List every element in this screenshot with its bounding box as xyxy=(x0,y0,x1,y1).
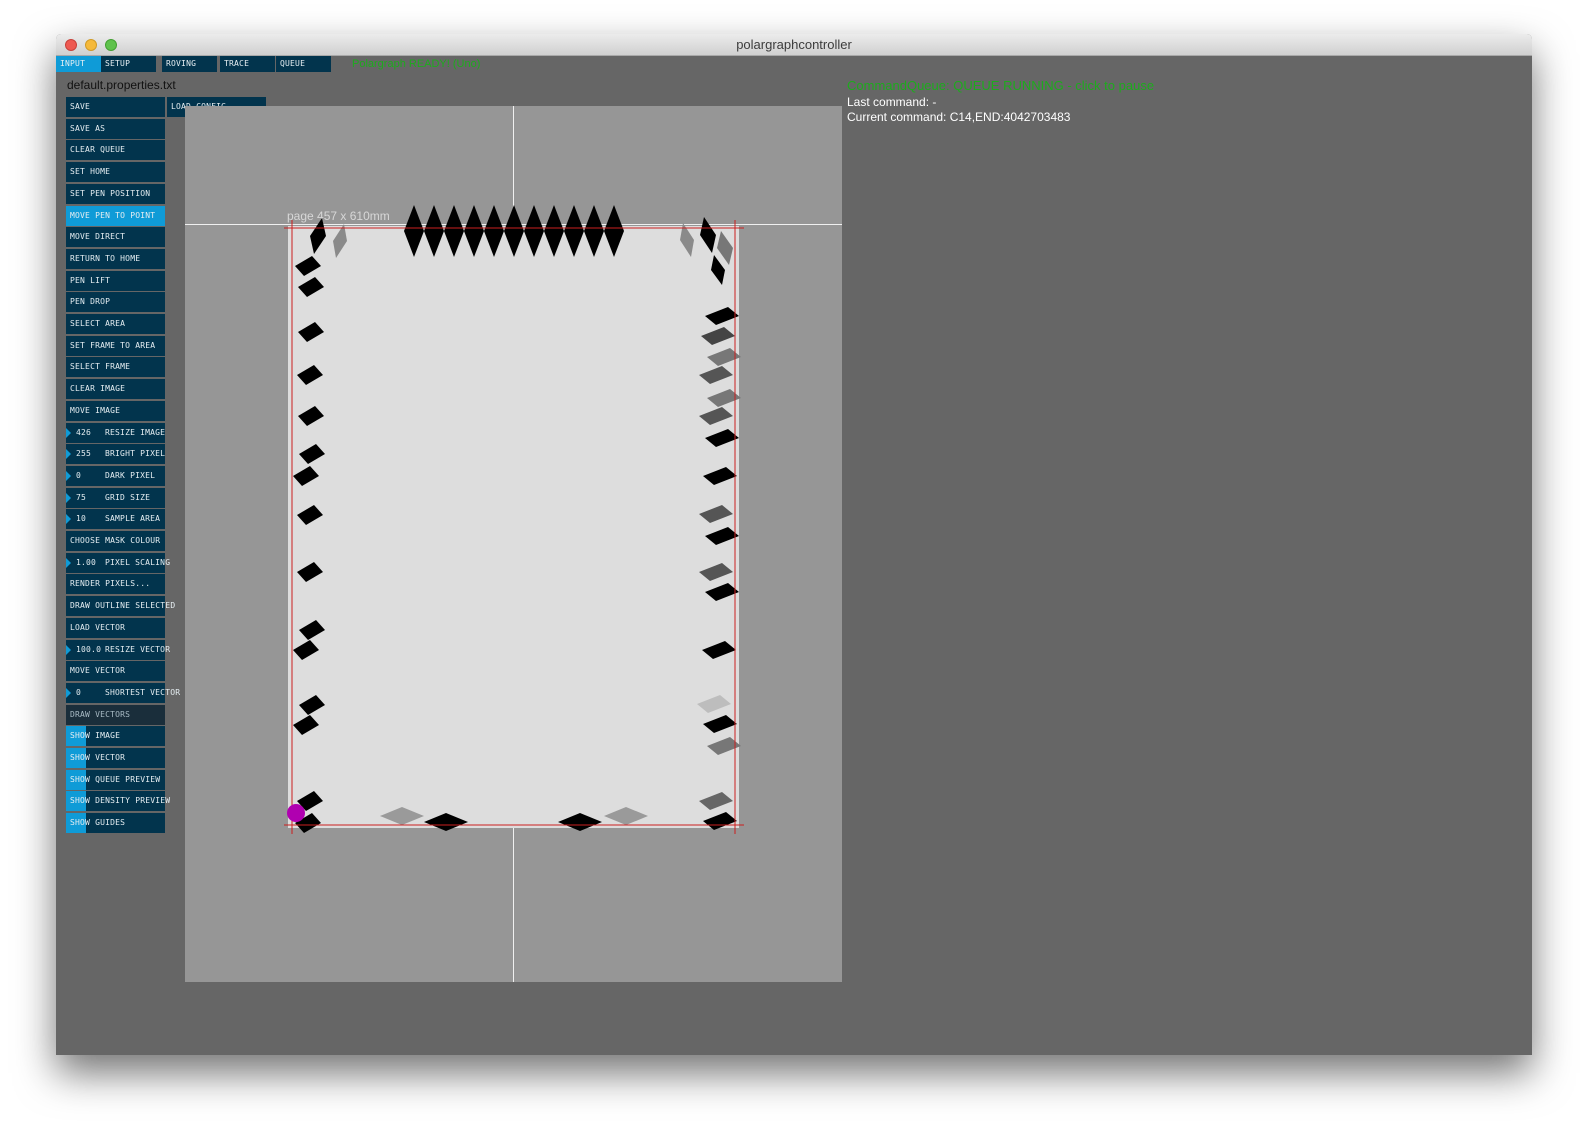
pixel-diamond xyxy=(717,231,733,265)
pixel-diamond xyxy=(699,563,733,581)
pixel-diamond xyxy=(295,256,321,276)
pixel-diamond xyxy=(484,205,504,257)
pixel-diamond xyxy=(310,218,326,254)
pixel-diamond xyxy=(404,205,424,257)
pixel-diamond xyxy=(702,641,736,659)
pixel-diamond xyxy=(293,466,319,486)
pixel-diamond xyxy=(699,366,733,384)
pixel-diamond xyxy=(298,277,324,297)
pixel-diamond xyxy=(297,562,323,582)
pixel-diamond xyxy=(299,695,325,715)
pixel-diamond xyxy=(444,205,464,257)
pixel-diamond xyxy=(464,205,484,257)
pixel-diamond xyxy=(584,205,604,257)
pixel-diamond xyxy=(424,813,468,831)
queue-status[interactable]: CommandQueue: QUEUE RUNNING - click to p… xyxy=(847,78,1154,93)
pixel-diamond xyxy=(700,217,716,253)
last-command: Last command: - xyxy=(847,95,937,109)
pixel-diamond xyxy=(564,205,584,257)
pixel-diamond xyxy=(703,715,737,733)
pixel-diamond xyxy=(298,322,324,342)
pixel-diamond xyxy=(604,807,648,825)
pixel-diamond xyxy=(424,205,444,257)
pixel-diamond xyxy=(707,348,741,366)
pixel-diamond xyxy=(380,807,424,825)
pixel-diamond xyxy=(604,205,624,257)
pixel-diamond xyxy=(699,792,733,810)
pixel-diamond xyxy=(297,505,323,525)
pixel-diamond xyxy=(333,224,347,258)
pixel-diamond xyxy=(504,205,524,257)
pixel-diamond xyxy=(524,205,544,257)
pixel-diamond xyxy=(699,407,733,425)
pixel-diamond xyxy=(701,327,735,345)
image-pixel-preview xyxy=(293,205,741,833)
current-command: Current command: C14,END:4042703483 xyxy=(847,110,1071,124)
pixel-diamond xyxy=(705,583,739,601)
pixel-diamond xyxy=(297,365,323,385)
pixel-diamond xyxy=(299,444,325,464)
pen-position-marker xyxy=(287,804,305,822)
pixel-diamond xyxy=(705,527,739,545)
pixel-diamond xyxy=(711,255,725,285)
drawing-overlay xyxy=(284,205,744,834)
app-window: polargraphcontroller INPUT SETUP ROVING … xyxy=(56,34,1532,1055)
pixel-diamond xyxy=(707,737,741,755)
pixel-diamond xyxy=(558,813,602,831)
pixel-diamond xyxy=(699,505,733,523)
pixel-diamond xyxy=(293,640,319,660)
pixel-diamond xyxy=(703,812,737,830)
pixel-diamond xyxy=(298,406,324,426)
pixel-diamond xyxy=(707,389,741,407)
pixel-diamond xyxy=(544,205,564,257)
frame-outline xyxy=(291,227,736,826)
pixel-diamond xyxy=(703,467,737,485)
pixel-diamond xyxy=(299,620,325,640)
pixel-diamond xyxy=(705,429,739,447)
pixel-diamond xyxy=(705,307,739,325)
pixel-diamond xyxy=(697,695,731,713)
pixel-diamond xyxy=(293,715,319,735)
